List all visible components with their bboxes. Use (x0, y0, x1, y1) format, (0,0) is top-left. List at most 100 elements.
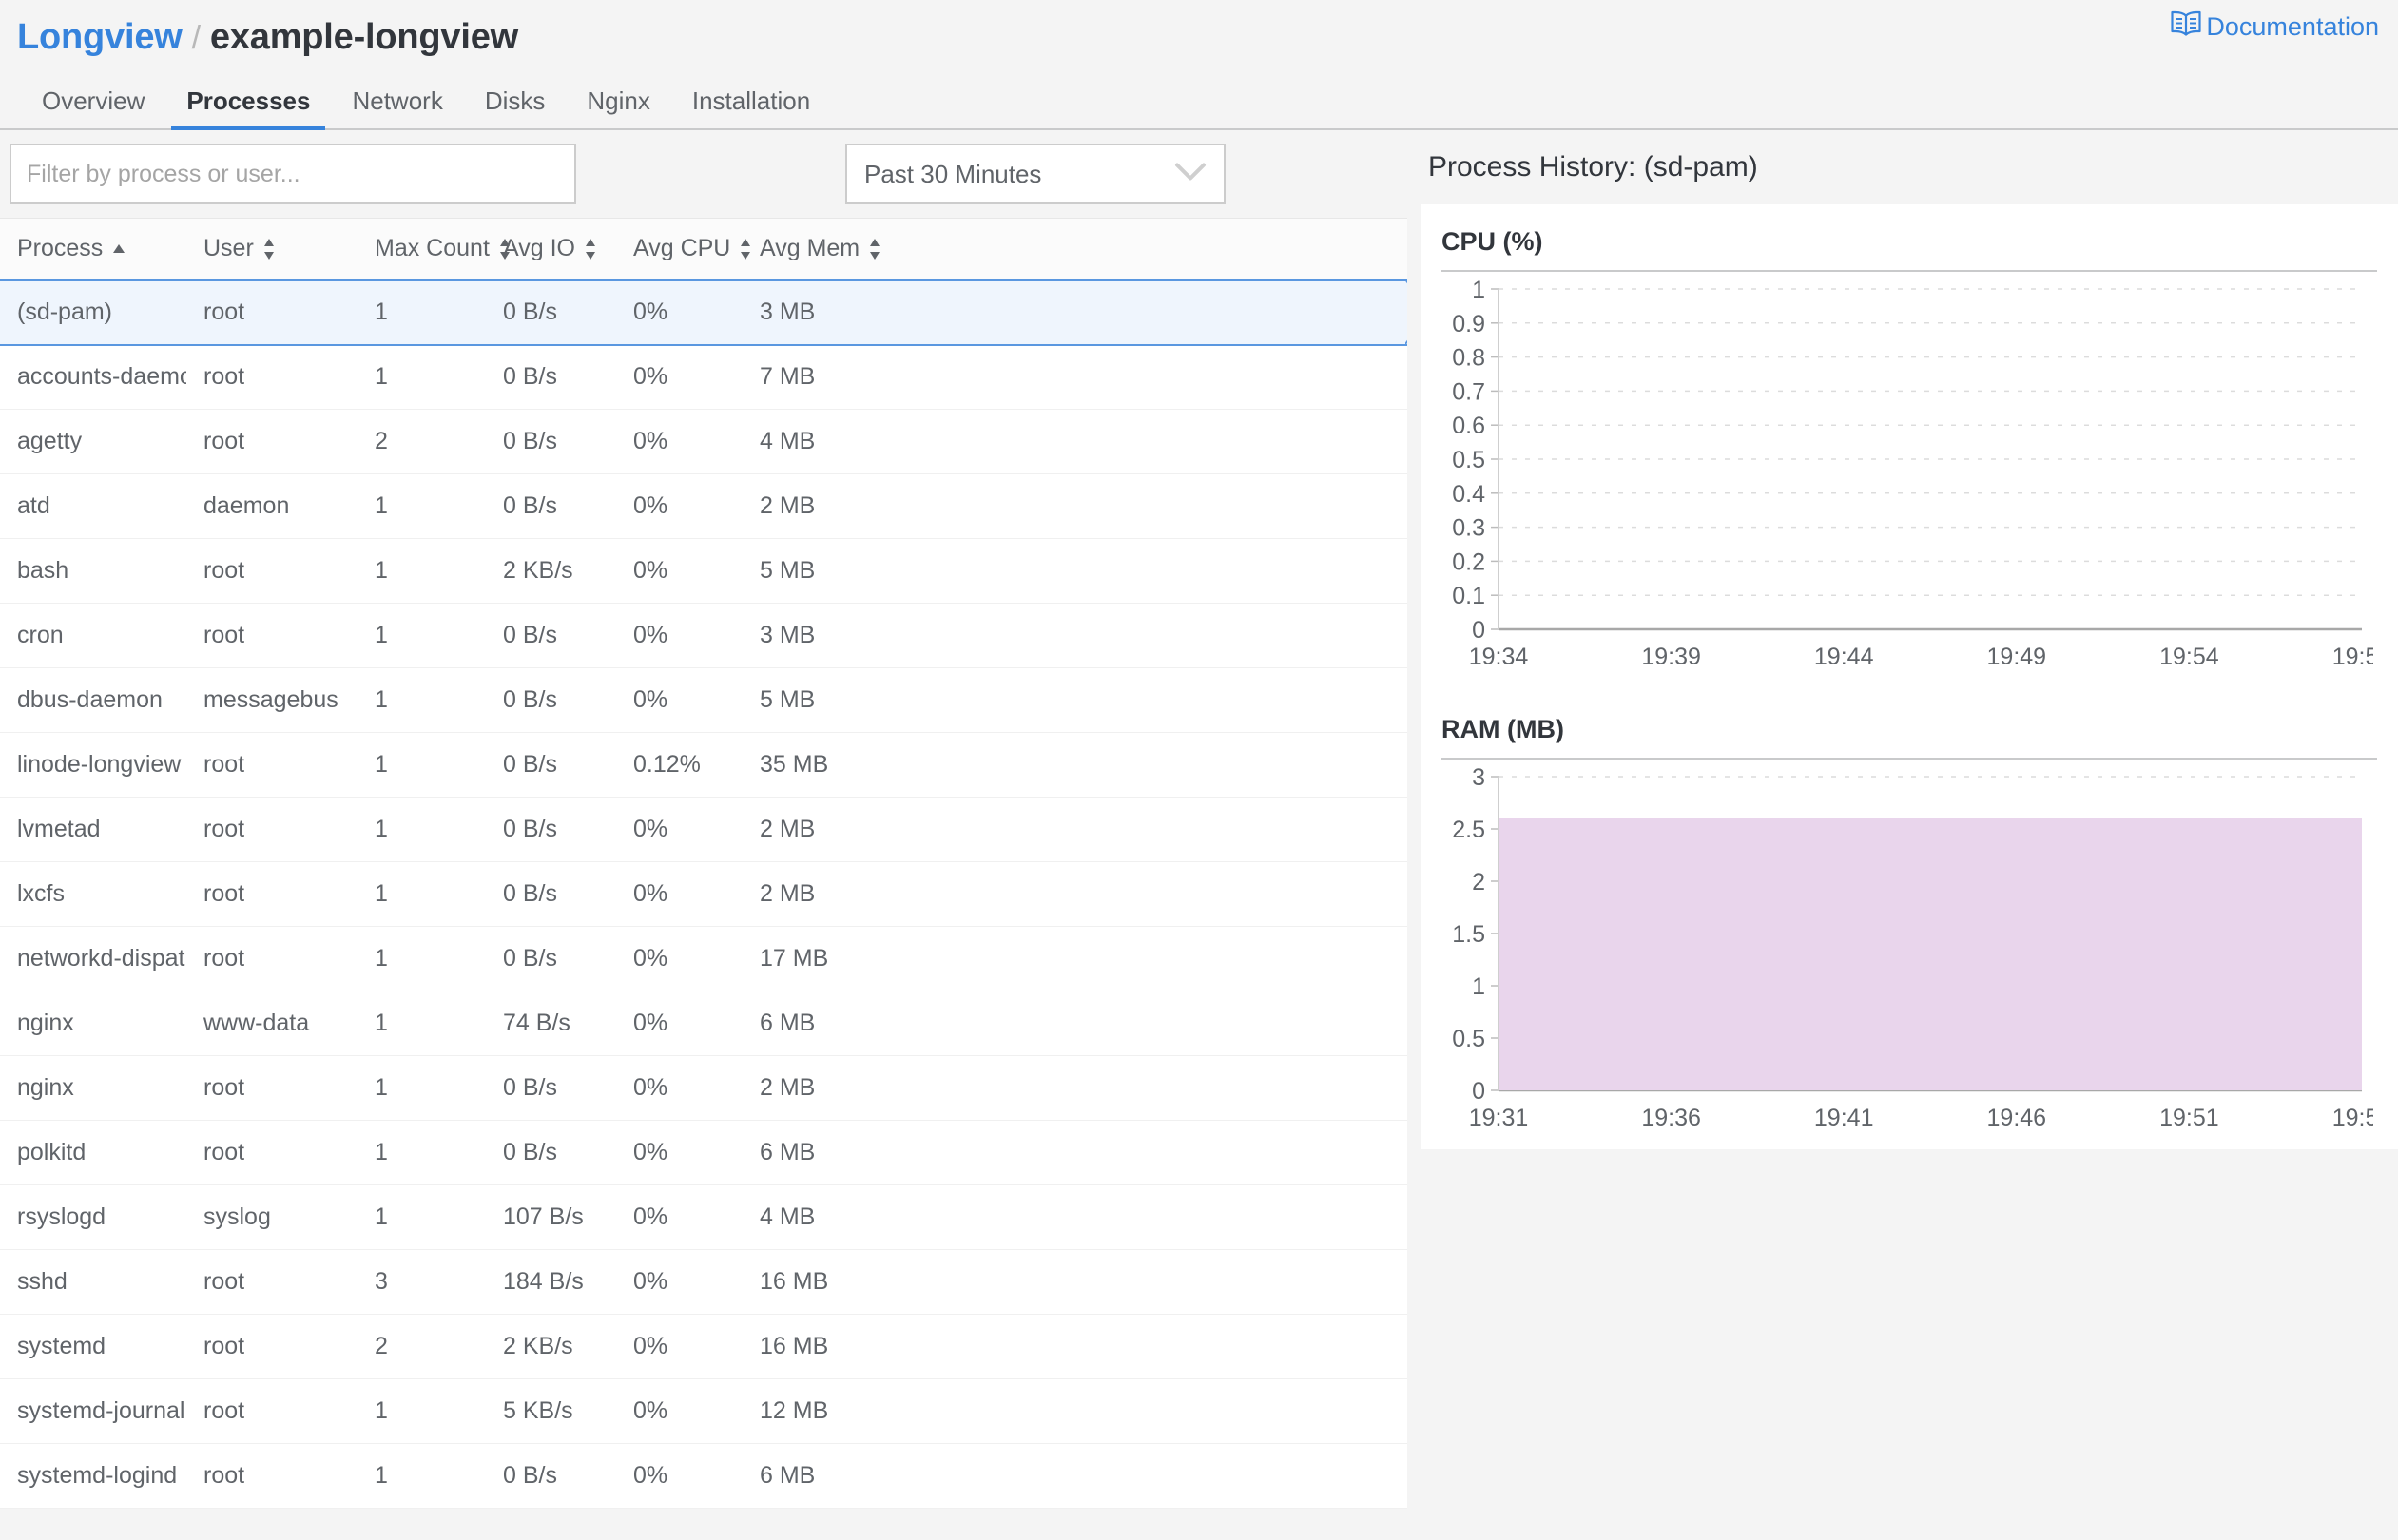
cell-avg-io: 0 B/s (486, 473, 616, 539)
table-row[interactable]: networkd-dispat root 1 0 B/s 0% 17 MB (0, 926, 1407, 991)
y-axis-tick-label: 1 (1472, 973, 1485, 1000)
table-row[interactable]: lxcfs root 1 0 B/s 0% 2 MB (0, 861, 1407, 927)
cell-avg-cpu: 0.12% (616, 732, 743, 798)
time-range-select-value[interactable]: Past 30 Minutes (845, 144, 1226, 204)
x-axis-tick-label: 19:34 (1469, 644, 1529, 670)
table-row[interactable]: sshd root 3 184 B/s 0% 16 MB (0, 1249, 1407, 1315)
breadcrumb-separator: / (191, 19, 201, 56)
table-row[interactable]: dbus-daemon messagebus 1 0 B/s 0% 5 MB (0, 667, 1407, 733)
selected-row-pointer-icon (1405, 281, 1407, 343)
column-header-user[interactable]: User (186, 218, 358, 280)
cell-user: daemon (186, 473, 358, 539)
cell-user: root (186, 1055, 358, 1121)
column-header-avg-io[interactable]: Avg IO (486, 218, 616, 280)
tab-network[interactable]: Network (331, 74, 463, 128)
table-row[interactable]: agetty root 2 0 B/s 0% 4 MB (0, 409, 1407, 474)
cell-avg-cpu: 0% (616, 797, 743, 862)
cell-user: root (186, 603, 358, 668)
table-row[interactable]: cron root 1 0 B/s 0% 3 MB (0, 603, 1407, 668)
cell-avg-mem: 2 MB (743, 861, 1407, 927)
ram-chart-title: RAM (MB) (1441, 705, 2377, 760)
breadcrumb: Longview / example-longview (17, 17, 518, 58)
column-header-max-count[interactable]: Max Count (358, 218, 510, 280)
table-row[interactable]: linode-longview root 1 0 B/s 0.12% 35 MB (0, 732, 1407, 798)
cell-user: root (186, 344, 358, 410)
tab-label: Network (352, 87, 443, 115)
cell-max-count: 1 (358, 926, 486, 991)
cell-max-count: 2 (358, 409, 486, 474)
cell-avg-cpu: 0% (616, 603, 743, 668)
cell-avg-cpu: 0% (616, 473, 743, 539)
cell-avg-cpu: 0% (616, 1314, 743, 1379)
tab-overview[interactable]: Overview (21, 74, 165, 128)
cell-avg-cpu: 0% (616, 1120, 743, 1185)
documentation-link[interactable]: Documentation (2170, 10, 2379, 45)
cell-avg-mem: 16 MB (743, 1249, 1407, 1315)
cell-avg-mem: 17 MB (743, 926, 1407, 991)
table-row[interactable]: systemd-journal root 1 5 KB/s 0% 12 MB (0, 1378, 1407, 1444)
cell-process: nginx (0, 991, 186, 1056)
cell-avg-cpu: 0% (616, 1443, 743, 1509)
cell-max-count: 1 (358, 1378, 486, 1444)
cell-user: root (186, 1378, 358, 1444)
tab-installation[interactable]: Installation (671, 74, 831, 128)
table-row[interactable]: rsyslogd syslog 1 107 B/s 0% 4 MB (0, 1184, 1407, 1250)
cell-process: networkd-dispat (0, 926, 186, 991)
table-row[interactable]: bash root 1 2 KB/s 0% 5 MB (0, 538, 1407, 604)
cell-avg-mem: 12 MB (743, 1378, 1407, 1444)
cell-avg-io: 0 B/s (486, 926, 616, 991)
x-axis-tick-label: 19:46 (1987, 1105, 2047, 1131)
cell-max-count: 1 (358, 603, 486, 668)
cell-avg-mem: 5 MB (743, 667, 1407, 733)
cpu-chart-card: CPU (%) 0 0.1 0.2 0.3 0.4 0.5 0.6 0.7 0.8 0.9 1 19:… (1421, 204, 2398, 692)
ram-chart-card: RAM (MB) 0 0.5 1 1.5 2 2.5 3 19:31 19:36 19:41 19:… (1421, 692, 2398, 1149)
tab-nginx[interactable]: Nginx (566, 74, 670, 128)
table-row[interactable]: atd daemon 1 0 B/s 0% 2 MB (0, 473, 1407, 539)
table-row[interactable]: nginx root 1 0 B/s 0% 2 MB (0, 1055, 1407, 1121)
cell-avg-mem: 6 MB (743, 1443, 1407, 1509)
cpu-chart[interactable]: 0 0.1 0.2 0.3 0.4 0.5 0.6 0.7 0.8 0.9 1 19:34 19:39 1… (1441, 276, 2377, 686)
cell-process: atd (0, 473, 186, 539)
cell-avg-cpu: 0% (616, 1055, 743, 1121)
column-header-avg-mem[interactable]: Avg Mem (743, 218, 1407, 280)
table-row[interactable]: nginx www-data 1 74 B/s 0% 6 MB (0, 991, 1407, 1056)
x-axis-tick-label: 19:44 (1814, 644, 1874, 670)
cell-avg-mem: 3 MB (743, 603, 1407, 668)
cell-avg-mem: 6 MB (743, 991, 1407, 1056)
cell-avg-cpu: 0% (616, 1378, 743, 1444)
cell-process: systemd (0, 1314, 186, 1379)
tab-processes[interactable]: Processes (165, 74, 331, 130)
table-row[interactable]: (sd-pam) root 1 0 B/s 0% 3 MB (0, 279, 1407, 346)
table-row[interactable]: systemd-logind root 1 0 B/s 0% 6 MB (0, 1443, 1407, 1509)
cell-user: syslog (186, 1184, 358, 1250)
y-axis-tick-label: 0.1 (1452, 583, 1485, 609)
tab-label: Nginx (587, 87, 650, 115)
cell-avg-mem: 2 MB (743, 797, 1407, 862)
cell-avg-io: 0 B/s (486, 409, 616, 474)
column-label: Process (17, 235, 104, 262)
cell-avg-io: 0 B/s (486, 667, 616, 733)
time-range-select[interactable]: Past 30 Minutes (845, 144, 1226, 204)
tab-label: Overview (42, 87, 145, 115)
breadcrumb-link-longview[interactable]: Longview (17, 17, 183, 58)
y-axis-tick-label: 3 (1472, 764, 1485, 791)
table-row[interactable]: polkitd root 1 0 B/s 0% 6 MB (0, 1120, 1407, 1185)
cell-user: www-data (186, 991, 358, 1056)
column-header-avg-cpu[interactable]: Avg CPU (616, 218, 751, 280)
processes-pane: Past 30 Minutes (0, 130, 1407, 1538)
table-row[interactable]: lvmetad root 1 0 B/s 0% 2 MB (0, 797, 1407, 862)
cell-max-count: 1 (358, 279, 486, 346)
column-header-process[interactable]: Process (0, 218, 186, 280)
sort-unsorted-icon (739, 238, 752, 260)
column-label: Avg CPU (633, 235, 731, 262)
y-axis-tick-label: 2.5 (1452, 817, 1485, 843)
y-axis-tick-label: 0 (1472, 617, 1485, 644)
cell-avg-io: 0 B/s (486, 279, 616, 346)
x-axis-tick-label: 19:56 (2332, 1105, 2373, 1131)
x-axis-tick-label: 19:59 (2332, 644, 2373, 670)
table-row[interactable]: accounts-daemonroot10 B/s0%7 MB (0, 344, 1407, 410)
process-filter-input[interactable] (10, 144, 576, 204)
table-row[interactable]: systemd root 2 2 KB/s 0% 16 MB (0, 1314, 1407, 1379)
tab-disks[interactable]: Disks (464, 74, 567, 128)
ram-chart[interactable]: 0 0.5 1 1.5 2 2.5 3 19:31 19:36 19:41 19:46 19:51 19… (1441, 763, 2377, 1144)
